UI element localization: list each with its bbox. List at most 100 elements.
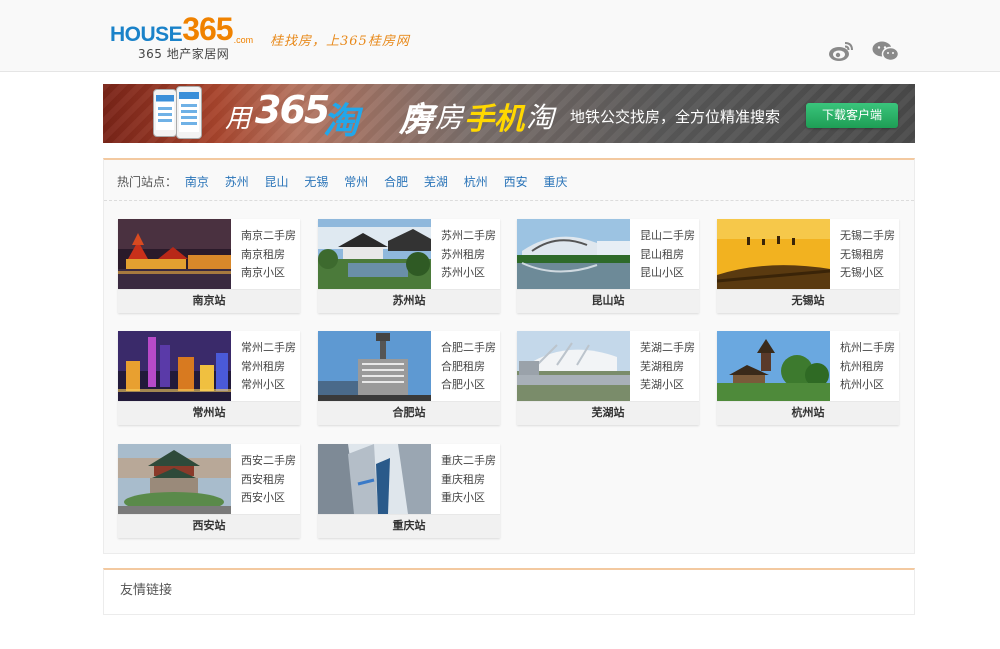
community-link[interactable]: 苏州小区 (441, 264, 496, 283)
logo-com-text: .com (233, 35, 254, 45)
station-card-xian: 西安二手房 西安租房 西安小区 西安站 (118, 444, 300, 538)
suzhou-photo[interactable] (318, 219, 431, 289)
wechat-icon[interactable] (872, 40, 900, 62)
rental-link[interactable]: 合肥租房 (441, 358, 496, 377)
hot-city-link[interactable]: 合肥 (384, 175, 408, 189)
secondhand-link[interactable]: 芜湖二手房 (640, 339, 695, 358)
hangzhou-photo[interactable] (717, 331, 830, 401)
station-name[interactable]: 芜湖站 (517, 401, 699, 425)
banner-text-365: 365 (255, 88, 330, 132)
secondhand-link[interactable]: 西安二手房 (241, 452, 296, 471)
station-links: 西安二手房 西安租房 西安小区 (241, 452, 296, 508)
rental-link[interactable]: 西安租房 (241, 471, 296, 490)
app-download-banner[interactable]: 用 365 淘 房 好房 手机 淘 地铁公交找房，全方位精准搜索 下载客户端 (103, 84, 915, 143)
rental-link[interactable]: 南京租房 (241, 246, 296, 265)
community-link[interactable]: 芜湖小区 (640, 376, 695, 395)
community-link[interactable]: 杭州小区 (840, 376, 895, 395)
dashed-divider (104, 200, 914, 201)
changzhou-photo[interactable] (118, 331, 231, 401)
station-card-suzhou: 苏州二手房 苏州租房 苏州小区 苏州站 (318, 219, 500, 313)
station-name[interactable]: 西安站 (118, 514, 300, 538)
secondhand-link[interactable]: 南京二手房 (241, 227, 296, 246)
site-logo[interactable]: HOUSE365.com 365 地产家居网 (110, 13, 260, 61)
station-links: 南京二手房 南京租房 南京小区 (241, 227, 296, 283)
station-links: 常州二手房 常州租房 常州小区 (241, 339, 296, 395)
hot-city-link[interactable]: 昆山 (265, 175, 289, 189)
weibo-icon[interactable] (828, 40, 854, 62)
station-name[interactable]: 常州站 (118, 401, 300, 425)
kunshan-photo[interactable] (517, 219, 630, 289)
station-name[interactable]: 苏州站 (318, 289, 500, 313)
station-links: 重庆二手房 重庆租房 重庆小区 (441, 452, 496, 508)
secondhand-link[interactable]: 无锡二手房 (840, 227, 895, 246)
station-card-wuxi: 无锡二手房 无锡租房 无锡小区 无锡站 (717, 219, 899, 313)
station-card-wuhu: 芜湖二手房 芜湖租房 芜湖小区 芜湖站 (517, 331, 699, 425)
xian-photo[interactable] (118, 444, 231, 514)
logo-subtitle: 365 地产家居网 (138, 47, 230, 61)
station-card-hangzhou: 杭州二手房 杭州租房 杭州小区 杭州站 (717, 331, 899, 425)
rental-link[interactable]: 杭州租房 (840, 358, 895, 377)
logo-house-text: HOUSE (110, 23, 183, 46)
rental-link[interactable]: 常州租房 (241, 358, 296, 377)
secondhand-link[interactable]: 苏州二手房 (441, 227, 496, 246)
hot-city-link[interactable]: 常州 (344, 175, 368, 189)
station-links: 杭州二手房 杭州租房 杭州小区 (840, 339, 895, 395)
station-card-hefei: 合肥二手房 合肥租房 合肥小区 合肥站 (318, 331, 500, 425)
station-panel: 热门站点： 南京 苏州 昆山 无锡 常州 合肥 芜湖 杭州 西安 重庆 南京二手… (103, 158, 915, 554)
station-links: 苏州二手房 苏州租房 苏州小区 (441, 227, 496, 283)
community-link[interactable]: 无锡小区 (840, 264, 895, 283)
secondhand-link[interactable]: 重庆二手房 (441, 452, 496, 471)
hefei-photo[interactable] (318, 331, 431, 401)
station-card-changzhou: 常州二手房 常州租房 常州小区 常州站 (118, 331, 300, 425)
station-card-kunshan: 昆山二手房 昆山租房 昆山小区 昆山站 (517, 219, 699, 313)
banner-text-use: 用 (225, 104, 252, 134)
chongqing-photo[interactable] (318, 444, 431, 514)
secondhand-link[interactable]: 合肥二手房 (441, 339, 496, 358)
logo-365-text: 365 (182, 11, 233, 47)
hot-city-link[interactable]: 南京 (185, 175, 209, 189)
community-link[interactable]: 常州小区 (241, 376, 296, 395)
wuxi-photo[interactable] (717, 219, 830, 289)
station-name[interactable]: 昆山站 (517, 289, 699, 313)
rental-link[interactable]: 无锡租房 (840, 246, 895, 265)
secondhand-link[interactable]: 昆山二手房 (640, 227, 695, 246)
station-links: 芜湖二手房 芜湖租房 芜湖小区 (640, 339, 695, 395)
secondhand-link[interactable]: 杭州二手房 (840, 339, 895, 358)
banner-text-haofang: 好房 (407, 101, 464, 134)
hot-city-link[interactable]: 无锡 (304, 175, 328, 189)
banner-text-tao: 淘 (323, 101, 360, 142)
hot-stations-bar: 热门站点： 南京 苏州 昆山 无锡 常州 合肥 芜湖 杭州 西安 重庆 (117, 172, 579, 192)
hot-city-link[interactable]: 芜湖 (424, 175, 448, 189)
friend-links-title: 友情链接 (120, 583, 173, 598)
community-link[interactable]: 西安小区 (241, 489, 296, 508)
rental-link[interactable]: 苏州租房 (441, 246, 496, 265)
download-app-button[interactable]: 下载客户端 (806, 103, 898, 128)
secondhand-link[interactable]: 常州二手房 (241, 339, 296, 358)
community-link[interactable]: 南京小区 (241, 264, 296, 283)
community-link[interactable]: 合肥小区 (441, 376, 496, 395)
banner-text-tao2: 淘 (526, 101, 555, 134)
site-slogan: 桂找房，上365桂房网 (270, 34, 410, 49)
station-card-nanjing: 南京二手房 南京租房 南京小区 南京站 (118, 219, 300, 313)
hot-city-link[interactable]: 重庆 (543, 175, 567, 189)
nanjing-photo[interactable] (118, 219, 231, 289)
wuhu-photo[interactable] (517, 331, 630, 401)
station-name[interactable]: 重庆站 (318, 514, 500, 538)
station-name[interactable]: 杭州站 (717, 401, 899, 425)
station-links: 无锡二手房 无锡租房 无锡小区 (840, 227, 895, 283)
community-link[interactable]: 重庆小区 (441, 489, 496, 508)
rental-link[interactable]: 昆山租房 (640, 246, 695, 265)
station-links: 昆山二手房 昆山租房 昆山小区 (640, 227, 695, 283)
hot-city-link[interactable]: 西安 (504, 175, 528, 189)
site-header: HOUSE365.com 365 地产家居网 桂找房，上365桂房网 (0, 0, 1000, 72)
station-name[interactable]: 南京站 (118, 289, 300, 313)
rental-link[interactable]: 重庆租房 (441, 471, 496, 490)
rental-link[interactable]: 芜湖租房 (640, 358, 695, 377)
community-link[interactable]: 昆山小区 (640, 264, 695, 283)
hot-city-link[interactable]: 苏州 (225, 175, 249, 189)
banner-description: 地铁公交找房，全方位精准搜索 (570, 108, 781, 126)
station-name[interactable]: 无锡站 (717, 289, 899, 313)
station-name[interactable]: 合肥站 (318, 401, 500, 425)
hot-city-link[interactable]: 杭州 (464, 175, 488, 189)
logo-wordmark: HOUSE365.com (110, 13, 253, 45)
